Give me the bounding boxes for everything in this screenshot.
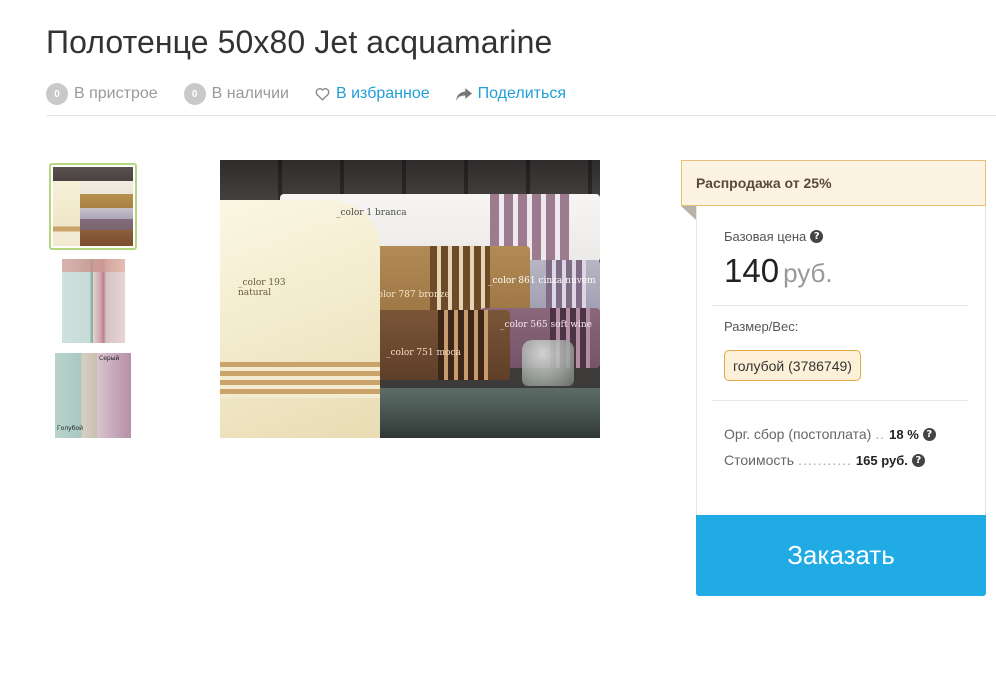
in-stock-count-badge: 0: [183, 83, 206, 105]
sale-banner: Распродажа от 25%: [681, 160, 986, 206]
share-arrow-icon: [455, 87, 472, 101]
photo-color-label: _color 193 natural: [238, 278, 286, 298]
gallery-thumbnail-2[interactable]: [62, 259, 125, 343]
size-option-button[interactable]: голубой (3786749): [724, 350, 861, 381]
cost-row: Стоимость ........... 165 руб. ?: [724, 452, 925, 468]
base-price-text: Базовая цена: [724, 229, 807, 244]
base-price-label: Базовая цена ?: [724, 229, 824, 244]
price-value: 140: [724, 252, 780, 289]
leader-dots: ..: [875, 426, 886, 442]
pre-order-count-badge: 0: [46, 83, 68, 105]
thumbnail-label: Серый: [99, 355, 120, 362]
panel-divider: [712, 400, 968, 401]
pre-order-label: В пристрое: [74, 85, 158, 102]
header-divider: [46, 115, 996, 116]
photo-color-label: _color 565 soft wine: [500, 320, 593, 330]
main-product-photo[interactable]: _color 1 branca _color 193 natural _colo…: [220, 160, 600, 438]
share-link[interactable]: Поделиться: [455, 85, 566, 103]
question-circle-icon[interactable]: ?: [810, 230, 824, 243]
cost-label: Стоимость: [724, 452, 795, 468]
add-to-favorites-label: В избранное: [335, 85, 430, 102]
org-fee-value: 18 %: [889, 426, 919, 442]
photo-color-label: _color 751 moca: [386, 348, 461, 358]
photo-color-label: _color 787 bronze: [368, 290, 450, 300]
pre-order-status: 0 В пристрое: [46, 83, 158, 105]
gallery-thumbnail-1[interactable]: [49, 163, 137, 250]
heart-outline-icon: [315, 87, 330, 101]
thumbnail-label: Голубой: [57, 425, 83, 432]
in-stock-label: В наличии: [211, 85, 289, 102]
cost-value: 165 руб.: [855, 452, 908, 468]
thumbnail-image: [53, 167, 133, 246]
leader-dots: ...........: [798, 452, 852, 468]
size-label: Размер/Вес:: [724, 319, 799, 334]
page-title: Полотенце 50x80 Jet acquamarine: [46, 24, 553, 60]
photo-color-label: _color 1 branca: [336, 208, 407, 218]
gallery-thumbnail-3[interactable]: Серый Голубой: [55, 353, 131, 438]
price: 140 руб.: [724, 252, 833, 290]
question-circle-icon[interactable]: ?: [911, 453, 925, 467]
panel-divider: [712, 305, 968, 306]
in-stock-status: 0 В наличии: [183, 83, 289, 105]
order-button[interactable]: Заказать: [696, 515, 986, 596]
sale-banner-fold: [681, 206, 696, 220]
org-fee-label: Орг. сбор (постоплата): [724, 426, 872, 442]
product-meta-bar: 0 В пристрое 0 В наличии В избранное Под…: [46, 82, 592, 106]
glass-jar: [522, 340, 574, 386]
share-label: Поделиться: [477, 85, 566, 102]
org-fee-row: Орг. сбор (постоплата) .. 18 % ?: [724, 426, 936, 442]
photo-color-label: _color 861 cinza nuvem: [488, 276, 596, 286]
price-currency: руб.: [783, 258, 833, 288]
question-circle-icon[interactable]: ?: [922, 427, 936, 441]
add-to-favorites-link[interactable]: В избранное: [315, 85, 430, 103]
